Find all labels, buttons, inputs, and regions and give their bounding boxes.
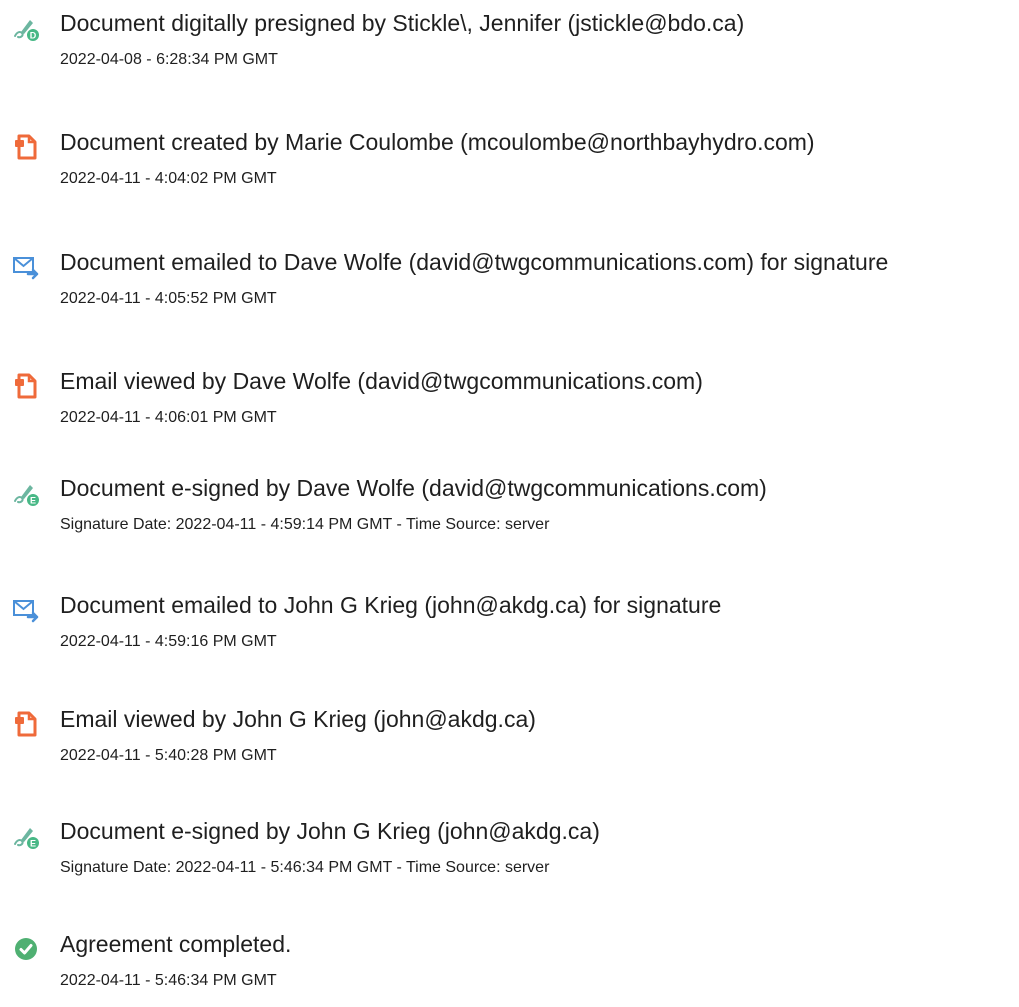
event-title: Document digitally presigned by Stickle\… xyxy=(60,10,745,36)
event-timestamp: 2022-04-08 - 6:28:34 PM GMT xyxy=(60,51,278,68)
audit-event: Document emailed to Dave Wolfe (david@tw… xyxy=(0,245,1019,325)
document-icon xyxy=(12,133,40,161)
audit-event: D Document digitally presigned by Stickl… xyxy=(0,6,1019,86)
event-title: Document e-signed by Dave Wolfe (david@t… xyxy=(60,475,767,501)
pen-sign-icon: E xyxy=(12,822,40,850)
event-timestamp: Signature Date: 2022-04-11 - 4:59:14 PM … xyxy=(60,516,550,533)
event-title: Document emailed to Dave Wolfe (david@tw… xyxy=(60,249,889,275)
svg-text:E: E xyxy=(30,839,36,849)
audit-event: Document created by Marie Coulombe (mcou… xyxy=(0,125,1019,205)
checkmark-circle-icon xyxy=(12,935,40,963)
event-timestamp: 2022-04-11 - 4:04:02 PM GMT xyxy=(60,170,277,187)
event-title: Document e-signed by John G Krieg (john@… xyxy=(60,818,600,844)
audit-event: Email viewed by John G Krieg (john@akdg.… xyxy=(0,702,1019,782)
audit-event: Email viewed by Dave Wolfe (david@twgcom… xyxy=(0,364,1019,444)
audit-event: E Document e-signed by Dave Wolfe (david… xyxy=(0,471,1019,551)
audit-event: Document emailed to John G Krieg (john@a… xyxy=(0,588,1019,668)
event-title: Email viewed by Dave Wolfe (david@twgcom… xyxy=(60,368,703,394)
event-timestamp: 2022-04-11 - 4:06:01 PM GMT xyxy=(60,409,277,426)
email-icon xyxy=(12,253,40,281)
event-timestamp: 2022-04-11 - 4:05:52 PM GMT xyxy=(60,290,277,307)
event-title: Email viewed by John G Krieg (john@akdg.… xyxy=(60,706,536,732)
event-timestamp: 2022-04-11 - 5:46:34 PM GMT xyxy=(60,972,277,989)
event-timestamp: Signature Date: 2022-04-11 - 5:46:34 PM … xyxy=(60,859,550,876)
event-title: Agreement completed. xyxy=(60,931,292,957)
pen-sign-icon: E xyxy=(12,479,40,507)
document-icon xyxy=(12,372,40,400)
svg-text:D: D xyxy=(30,31,37,41)
svg-text:E: E xyxy=(30,496,36,506)
document-icon xyxy=(12,710,40,738)
pen-sign-icon: D xyxy=(12,14,40,42)
event-title: Document emailed to John G Krieg (john@a… xyxy=(60,592,722,618)
audit-event: E Document e-signed by John G Krieg (joh… xyxy=(0,814,1019,894)
event-timestamp: 2022-04-11 - 4:59:16 PM GMT xyxy=(60,633,277,650)
event-title: Document created by Marie Coulombe (mcou… xyxy=(60,129,815,155)
audit-event: Agreement completed. 2022-04-11 - 5:46:3… xyxy=(0,927,1019,1007)
event-timestamp: 2022-04-11 - 5:40:28 PM GMT xyxy=(60,747,277,764)
email-icon xyxy=(12,596,40,624)
